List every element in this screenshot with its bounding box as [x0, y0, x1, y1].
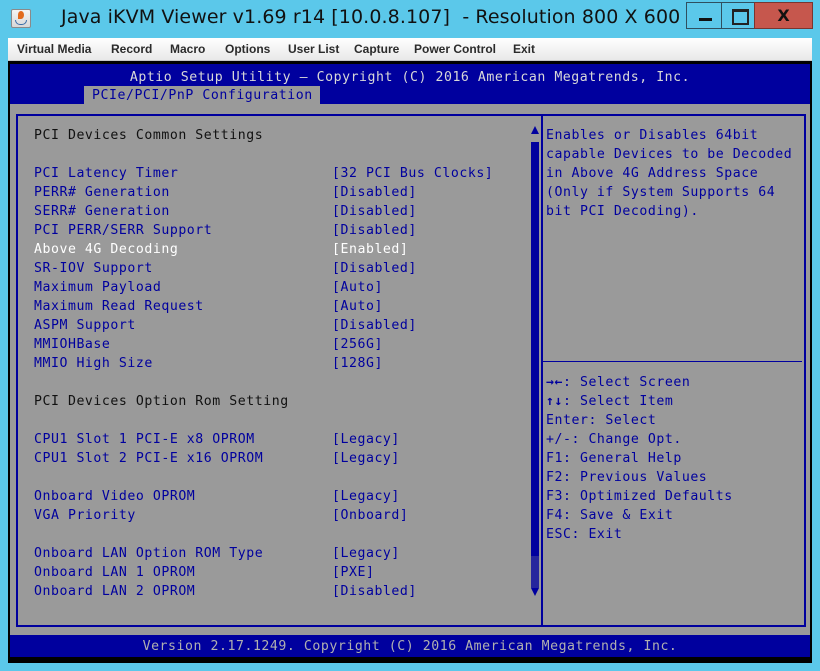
- java-cup-icon[interactable]: [11, 9, 31, 28]
- kvm-remote-screen[interactable]: Aptio Setup Utility – Copyright (C) 2016…: [8, 61, 812, 663]
- version-copyright: Version 2.17.1249. Copyright (C) 2016 Am…: [142, 639, 678, 654]
- setting-label: SR-IOV Support: [34, 261, 153, 276]
- setting-value[interactable]: [256G]: [332, 335, 383, 354]
- scrollbar[interactable]: [530, 126, 540, 596]
- setting-value[interactable]: [Disabled]: [332, 202, 417, 221]
- key-help-text: : Select Screen: [562, 375, 691, 390]
- help-line: bit PCI Decoding).: [546, 204, 699, 219]
- scroll-up-arrow-icon[interactable]: [531, 126, 539, 134]
- setting-label: Maximum Payload: [34, 280, 162, 295]
- key-help-text: F1: General Help: [546, 451, 682, 466]
- maximize-button[interactable]: [721, 2, 755, 29]
- help-line: in Above 4G Address Space: [546, 166, 759, 181]
- setting-label: Onboard LAN 1 OPROM: [34, 565, 196, 580]
- key-help-line: F1: General Help: [546, 449, 682, 468]
- key-help-text: F2: Previous Values: [546, 470, 708, 485]
- menu-user-list[interactable]: User List: [288, 42, 339, 56]
- setting-value[interactable]: [Legacy]: [332, 487, 400, 506]
- key-help-line: →←: Select Screen: [546, 373, 690, 392]
- setting-value[interactable]: [Disabled]: [332, 316, 417, 335]
- key-help-line: F3: Optimized Defaults: [546, 487, 733, 506]
- menu-exit[interactable]: Exit: [513, 42, 535, 56]
- key-help-text: F3: Optimized Defaults: [546, 489, 733, 504]
- minimize-button[interactable]: [686, 2, 722, 29]
- menu-macro[interactable]: Macro: [170, 42, 205, 56]
- tab-pcie-pci-pnp-configuration[interactable]: PCIe/PCI/PnP Configuration: [84, 86, 320, 105]
- setting-label: CPU1 Slot 2 PCI-E x16 OPROM: [34, 451, 264, 466]
- section-title: PCI Devices Option Rom Setting: [34, 394, 289, 409]
- java-steam-shape: [18, 11, 24, 19]
- key-help-line: F4: Save & Exit: [546, 506, 673, 525]
- menu-options[interactable]: Options: [225, 42, 270, 56]
- bios-title: Aptio Setup Utility – Copyright (C) 2016…: [129, 70, 691, 85]
- menu-capture[interactable]: Capture: [354, 42, 399, 56]
- settings-panel: PCI Devices Common Settings PCI Latency T…: [16, 114, 542, 627]
- help-line: Enables or Disables 64bit: [546, 128, 759, 143]
- window-title-bar[interactable]: Java iKVM Viewer v1.69 r14 [10.0.8.107] …: [0, 0, 820, 38]
- setting-value[interactable]: [Disabled]: [332, 221, 417, 240]
- help-panel: Enables or Disables 64bit capable Devices…: [541, 114, 806, 627]
- setting-label: PCI Latency Timer: [34, 166, 179, 181]
- setting-value[interactable]: [32 PCI Bus Clocks]: [332, 164, 493, 183]
- scroll-thumb[interactable]: [531, 142, 539, 556]
- key-help-text: : Select Item: [562, 394, 674, 409]
- setting-value[interactable]: [Enabled]: [332, 240, 408, 259]
- help-divider: [543, 361, 802, 362]
- left-right-arrows-icon: →←: [546, 375, 563, 390]
- key-help-text: Enter: Select: [546, 413, 657, 428]
- close-button[interactable]: X: [754, 2, 813, 29]
- setting-value[interactable]: [PXE]: [332, 563, 374, 582]
- bios-header: Aptio Setup Utility – Copyright (C) 2016…: [10, 64, 810, 105]
- close-icon: X: [777, 6, 790, 25]
- menu-virtual-media[interactable]: Virtual Media: [17, 42, 91, 56]
- setting-value[interactable]: [Auto]: [332, 278, 383, 297]
- setting-label: Onboard LAN Option ROM Type: [34, 546, 264, 561]
- scroll-track[interactable]: [531, 556, 539, 588]
- help-line: capable Devices to be Decoded: [546, 147, 793, 162]
- setting-value[interactable]: [Legacy]: [332, 544, 400, 563]
- section-title: PCI Devices Common Settings: [34, 128, 264, 143]
- setting-value[interactable]: [Disabled]: [332, 259, 417, 278]
- setting-label: MMIOHBase: [34, 337, 111, 352]
- help-line: (Only if System Supports 64: [546, 185, 776, 200]
- setting-label: Onboard LAN 2 OPROM: [34, 584, 196, 599]
- menu-record[interactable]: Record: [111, 42, 152, 56]
- key-help-text: F4: Save & Exit: [546, 508, 674, 523]
- setting-label: SERR# Generation: [34, 204, 170, 219]
- key-help-line: F2: Previous Values: [546, 468, 707, 487]
- setting-value[interactable]: [Disabled]: [332, 183, 417, 202]
- key-help-line: ESC: Exit: [546, 525, 622, 544]
- bios-setup-screen: Aptio Setup Utility – Copyright (C) 2016…: [10, 64, 810, 657]
- setting-label: CPU1 Slot 1 PCI-E x8 OPROM: [34, 432, 255, 447]
- window-title: Java iKVM Viewer v1.69 r14 [10.0.8.107] …: [61, 6, 765, 28]
- menubar: Virtual Media Record Macro Options User …: [8, 38, 812, 61]
- scroll-down-arrow-icon[interactable]: [531, 588, 539, 596]
- key-help-line: Enter: Select: [546, 411, 656, 430]
- setting-label: Above 4G Decoding: [34, 242, 179, 257]
- key-help-line: +/-: Change Opt.: [546, 430, 682, 449]
- setting-label: PCI PERR/SERR Support: [34, 223, 213, 238]
- setting-label: Onboard Video OPROM: [34, 489, 196, 504]
- java-cup-shape: [15, 20, 27, 25]
- setting-label: ASPM Support: [34, 318, 136, 333]
- setting-label: Maximum Read Request: [34, 299, 204, 314]
- bios-footer: Version 2.17.1249. Copyright (C) 2016 Am…: [10, 635, 810, 657]
- setting-value[interactable]: [128G]: [332, 354, 383, 373]
- setting-value[interactable]: [Legacy]: [332, 430, 400, 449]
- setting-label: PERR# Generation: [34, 185, 170, 200]
- setting-value[interactable]: [Auto]: [332, 297, 383, 316]
- setting-value[interactable]: [Legacy]: [332, 449, 400, 468]
- key-help-text: +/-: Change Opt.: [546, 432, 682, 447]
- setting-value[interactable]: [Disabled]: [332, 582, 417, 601]
- menu-power-control[interactable]: Power Control: [414, 42, 496, 56]
- up-down-arrows-icon: ↑↓: [546, 394, 563, 409]
- setting-label: MMIO High Size: [34, 356, 153, 371]
- key-help-line: ↑↓: Select Item: [546, 392, 673, 411]
- setting-label: VGA Priority: [34, 508, 136, 523]
- setting-value[interactable]: [Onboard]: [332, 506, 408, 525]
- key-help-text: ESC: Exit: [546, 527, 623, 542]
